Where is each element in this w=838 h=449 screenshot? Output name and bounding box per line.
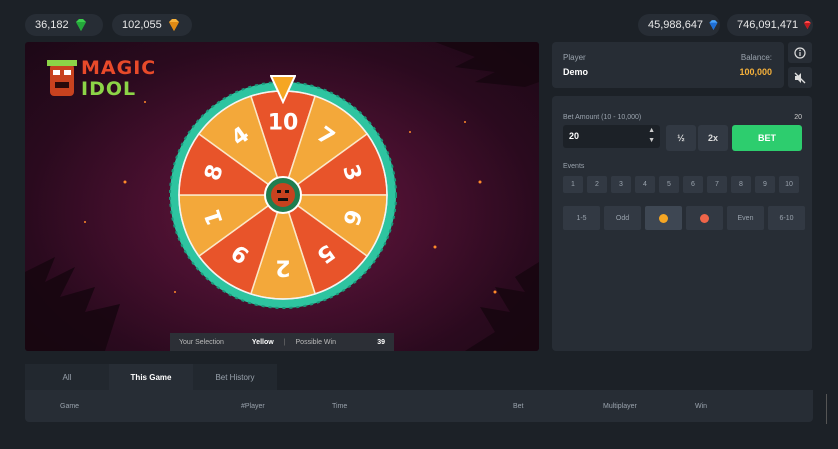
sound-off-icon bbox=[794, 72, 806, 83]
wheel-segment-label: 10 bbox=[268, 111, 299, 136]
history-tabs: All This Game Bet History bbox=[25, 364, 277, 390]
event-1[interactable]: 1 bbox=[563, 176, 583, 193]
wallet-green: 36,182 bbox=[25, 14, 103, 36]
spin-wheel[interactable]: 10 736529184 bbox=[168, 80, 398, 310]
col-game: Game bbox=[60, 403, 80, 410]
selection-bar: Your Selection Yellow | Possible Win 39 bbox=[170, 333, 394, 351]
events-label: Events bbox=[563, 163, 585, 170]
odd-button[interactable]: Odd bbox=[604, 206, 641, 230]
wallet-green-value: 36,182 bbox=[35, 19, 69, 31]
history-table-header: Game #Player Time Bet Multiplayer Win bbox=[25, 390, 813, 422]
balance-value: 100,000 bbox=[739, 67, 772, 77]
decrement-icon[interactable]: ▼ bbox=[648, 137, 655, 144]
selection-value: Yellow bbox=[251, 338, 274, 346]
wallet-orange: 102,055 bbox=[112, 14, 192, 36]
bet-panel: Bet Amount (10 - 10,000) 20 20 ▲ ▼ ½ 2x … bbox=[552, 96, 812, 351]
red-dot-icon bbox=[700, 213, 709, 223]
high-range-button[interactable]: 6-10 bbox=[768, 206, 805, 230]
wallet-orange-value: 102,055 bbox=[122, 19, 162, 31]
player-panel: Player Demo Balance: 100,000 bbox=[552, 42, 784, 88]
idol-mask-icon bbox=[47, 60, 77, 96]
bet-amount-display: 20 bbox=[794, 114, 802, 121]
logo-line-2: IDOL bbox=[81, 78, 137, 100]
info-icon bbox=[794, 46, 806, 59]
possible-win-value: 39 bbox=[377, 338, 385, 346]
col-player: #Player bbox=[241, 403, 265, 410]
selection-label: Your Selection bbox=[179, 338, 224, 346]
bet-amount-input[interactable]: 20 ▲ ▼ bbox=[563, 125, 660, 148]
event-4[interactable]: 4 bbox=[635, 176, 655, 193]
orange-gem-icon bbox=[168, 19, 179, 31]
event-3[interactable]: 3 bbox=[611, 176, 631, 193]
mute-button[interactable] bbox=[788, 67, 812, 88]
event-10[interactable]: 10 bbox=[779, 176, 799, 193]
half-bet-button[interactable]: ½ bbox=[666, 125, 696, 151]
wheel-segment-label: 2 bbox=[275, 255, 290, 280]
event-7[interactable]: 7 bbox=[707, 176, 727, 193]
red-button[interactable] bbox=[686, 206, 723, 230]
col-win: Win bbox=[695, 403, 708, 410]
wallet-blue-value: 45,988,647 bbox=[648, 19, 704, 31]
possible-win-label: Possible Win bbox=[295, 338, 336, 346]
tab-bet-history[interactable]: Bet History bbox=[193, 364, 277, 390]
low-range-button[interactable]: 1-5 bbox=[563, 206, 600, 230]
event-8[interactable]: 8 bbox=[731, 176, 751, 193]
player-name: Demo bbox=[563, 67, 589, 77]
col-multiplayer: Multiplayer bbox=[603, 403, 637, 410]
increment-icon[interactable]: ▲ bbox=[648, 127, 655, 134]
wallet-red: 746,091,471 bbox=[727, 14, 813, 36]
event-2[interactable]: 2 bbox=[587, 176, 607, 193]
tab-all[interactable]: All bbox=[25, 364, 109, 390]
bet-amount-value: 20 bbox=[569, 131, 580, 141]
even-button[interactable]: Even bbox=[727, 206, 764, 230]
game-area: MAGIC IDOL 10 7 3 6 5 2 9 1 8 4 Your Selection Ye… bbox=[25, 42, 539, 351]
scrollbar[interactable] bbox=[826, 394, 827, 424]
game-logo: MAGIC IDOL bbox=[81, 58, 156, 100]
player-label: Player bbox=[563, 53, 586, 62]
green-gem-icon bbox=[75, 19, 86, 31]
wallet-red-value: 746,091,471 bbox=[737, 19, 799, 31]
col-bet: Bet bbox=[513, 403, 524, 410]
options-row: 1-5 Odd Even 6-10 bbox=[563, 206, 805, 230]
col-time: Time bbox=[332, 403, 348, 410]
events-row: 1 2 3 4 5 6 7 8 9 10 bbox=[563, 176, 799, 193]
event-6[interactable]: 6 bbox=[683, 176, 703, 193]
double-bet-button[interactable]: 2x bbox=[698, 125, 728, 151]
wallet-blue: 45,988,647 bbox=[638, 14, 720, 36]
blue-gem-icon bbox=[709, 20, 718, 30]
selection-divider: | bbox=[283, 338, 286, 346]
wheel-pointer-icon bbox=[270, 75, 296, 104]
bet-button[interactable]: BET bbox=[732, 125, 802, 151]
tab-this-game[interactable]: This Game bbox=[109, 364, 193, 390]
yellow-button[interactable] bbox=[645, 206, 682, 230]
info-button[interactable] bbox=[788, 42, 812, 63]
balance-label: Balance: bbox=[740, 53, 772, 62]
logo-line-1: MAGIC bbox=[81, 57, 157, 79]
red-gem-icon bbox=[804, 20, 811, 30]
bet-amount-label: Bet Amount (10 - 10,000) bbox=[563, 114, 642, 121]
event-9[interactable]: 9 bbox=[755, 176, 775, 193]
yellow-dot-icon bbox=[659, 213, 668, 223]
event-5[interactable]: 5 bbox=[659, 176, 679, 193]
